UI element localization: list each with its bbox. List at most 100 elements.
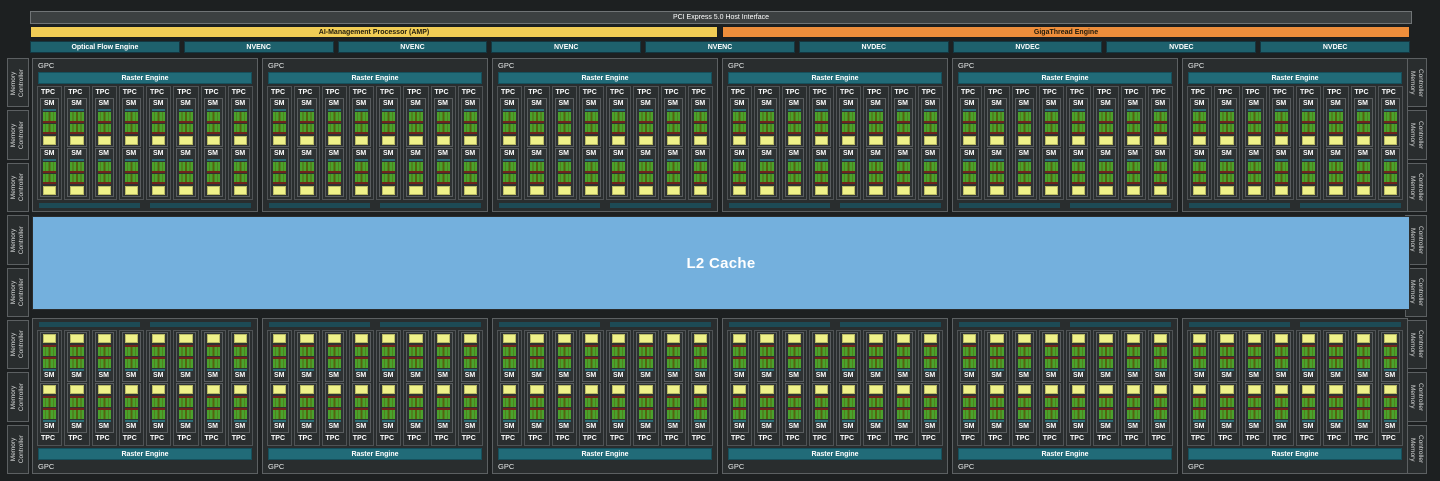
sm-label: SM	[924, 100, 936, 107]
tensor-core-bar	[666, 186, 680, 195]
cuda-core-array	[760, 396, 774, 407]
cuda-core-array	[70, 407, 84, 419]
sm-block: SM	[500, 148, 520, 197]
sm-cache-bar	[787, 368, 801, 371]
sm-cache-bar	[639, 419, 653, 422]
sm-block: SM	[351, 383, 371, 433]
tpc-label: TPC	[150, 89, 164, 96]
sm-label: SM	[1045, 100, 1057, 107]
gpc-block: GPC Raster Engine TPC SM SM TPC SM SM TPC SM SM TPC…	[32, 58, 258, 212]
sm-cache-bar	[639, 368, 653, 371]
sm-block: SM	[663, 383, 683, 433]
sm-label: SM	[1045, 150, 1057, 157]
raster-engine-bar: Raster Engine	[498, 72, 712, 84]
tensor-core-bar	[612, 385, 626, 395]
tensor-core-bar	[530, 334, 544, 344]
sm-block: SM	[176, 98, 196, 147]
sm-label: SM	[1357, 423, 1369, 430]
tpc-block: TPC SM SM	[808, 330, 834, 446]
tpc-block: TPC SM SM	[1214, 86, 1240, 200]
cuda-core-array	[1099, 173, 1113, 185]
cuda-core-array	[1302, 345, 1316, 356]
sm-label: SM	[1330, 423, 1341, 430]
cuda-core-array	[760, 407, 774, 419]
tpc-block: TPC SM SM	[294, 86, 320, 200]
sm-label: SM	[1357, 150, 1369, 157]
memory-controller-block: Memory Controller	[1405, 162, 1427, 213]
sm-block: SM	[230, 98, 250, 147]
tensor-core-bar	[1044, 136, 1058, 145]
gpc-texture-bars	[39, 322, 251, 327]
tensor-core-bar	[70, 334, 84, 344]
cuda-core-array	[666, 162, 680, 173]
sm-block: SM	[203, 332, 223, 382]
sm-cache-bar	[1017, 159, 1031, 162]
sm-block: SM	[379, 332, 399, 382]
sm-label: SM	[1018, 100, 1030, 107]
sm-block: SM	[1353, 332, 1373, 382]
cuda-core-array	[693, 162, 707, 173]
tensor-core-bar	[814, 334, 828, 344]
tensor-core-bar	[612, 334, 626, 344]
cuda-core-array	[233, 407, 247, 419]
cuda-core-array	[354, 123, 368, 135]
cuda-core-array	[612, 356, 626, 368]
tpc-row: TPC SM SM TPC SM SM TPC SM SM TPC SM SM TPC SM SM TPC SM…	[497, 330, 713, 446]
cuda-core-array	[612, 345, 626, 356]
raster-engine-bar: Raster Engine	[1188, 448, 1402, 460]
sm-cache-bar	[1274, 419, 1288, 422]
gpc-texture-bars	[959, 203, 1171, 208]
sm-label: SM	[531, 150, 542, 157]
tensor-core-bar	[273, 186, 287, 195]
tpc-label: TPC	[988, 89, 1003, 96]
memory-controller-label-line: Controller	[1417, 68, 1424, 97]
cuda-core-array	[1017, 162, 1031, 173]
cuda-core-array	[1247, 356, 1261, 368]
tpc-label: TPC	[555, 435, 570, 442]
cuda-core-array	[666, 345, 680, 356]
sm-cache-bar	[814, 368, 828, 371]
tpc-block: TPC SM SM	[1268, 330, 1294, 446]
cuda-core-array	[963, 345, 977, 356]
cuda-core-array	[1017, 112, 1031, 123]
sm-cache-bar	[436, 368, 450, 371]
cuda-core-array	[1356, 356, 1370, 368]
sm-label: SM	[613, 100, 624, 107]
tensor-core-bar	[1356, 136, 1370, 145]
tensor-core-bar	[869, 334, 883, 344]
tpc-label: TPC	[812, 89, 827, 96]
sm-block: SM	[811, 148, 831, 197]
tpc-block: TPC SM SM	[321, 86, 347, 200]
cuda-core-array	[1329, 356, 1343, 368]
memory-controller-label: Memory Controller	[1408, 330, 1424, 358]
cuda-core-array	[639, 396, 653, 407]
cuda-core-array	[1329, 173, 1343, 185]
cuda-core-array	[814, 173, 828, 185]
sm-block: SM	[757, 332, 777, 382]
sm-cache-bar	[503, 159, 517, 162]
cuda-core-array	[842, 396, 856, 407]
raster-engine-label: Raster Engine	[351, 74, 399, 82]
tensor-core-bar	[787, 136, 801, 145]
tpc-label: TPC	[582, 89, 597, 96]
tpc-block: TPC SM SM	[64, 330, 90, 446]
sm-cache-bar	[327, 109, 341, 112]
sm-cache-bar	[1044, 419, 1058, 422]
tensor-core-bar	[990, 385, 1004, 395]
tensor-core-bar	[233, 186, 247, 195]
cuda-core-array	[842, 356, 856, 368]
sm-cache-bar	[814, 109, 828, 112]
tpc-row: TPC SM SM TPC SM SM TPC SM SM TPC SM SM TPC SM SM TPC SM…	[727, 330, 943, 446]
sm-cache-bar	[842, 159, 856, 162]
sm-label: SM	[180, 372, 191, 379]
tensor-core-bar	[436, 334, 450, 344]
tpc-label: TPC	[867, 435, 882, 442]
tensor-core-bar	[1247, 385, 1261, 395]
tensor-core-bar	[1220, 385, 1234, 395]
sm-block: SM	[581, 383, 601, 433]
sm-label: SM	[991, 372, 1002, 379]
cuda-core-array	[503, 407, 517, 419]
memory-controller-label: Memory Controller	[10, 278, 26, 306]
tensor-core-bar	[1220, 186, 1234, 195]
sm-label: SM	[437, 423, 449, 430]
